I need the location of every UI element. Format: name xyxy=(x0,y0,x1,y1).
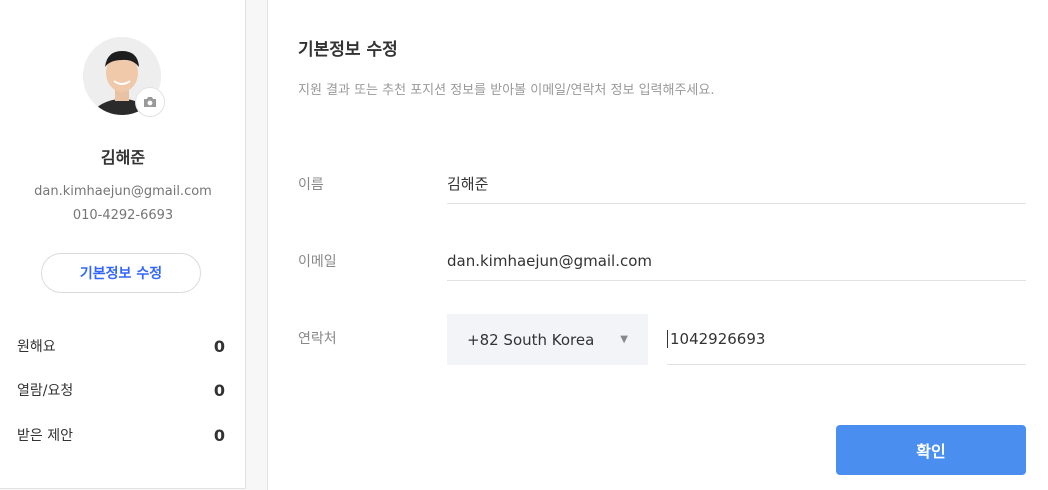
stat-row-offers[interactable]: 받은 제안 0 xyxy=(17,425,225,445)
profile-email: dan.kimhaejun@gmail.com xyxy=(34,184,212,199)
profile-phone: 010-4292-6693 xyxy=(72,208,174,223)
camera-icon xyxy=(144,97,156,107)
profile-name: 김해준 xyxy=(100,148,146,167)
email-field[interactable] xyxy=(447,241,1026,280)
country-code-value: +82 South Korea xyxy=(467,330,595,349)
name-label: 이름 xyxy=(298,177,324,193)
email-field-wrapper xyxy=(447,241,1026,281)
phone-field[interactable] xyxy=(667,330,1026,348)
name-field-wrapper xyxy=(447,164,1026,204)
edit-form-panel: 기본정보 수정 지원 결과 또는 추천 포지션 정보를 받아볼 이메일/연락처 … xyxy=(267,0,1048,490)
stat-label: 받은 제안 xyxy=(17,428,73,444)
stat-row-views[interactable]: 열람/요청 0 xyxy=(17,380,225,400)
stat-row-likes[interactable]: 원해요 0 xyxy=(17,336,225,356)
form-title: 기본정보 수정 xyxy=(298,40,398,60)
stat-value: 0 xyxy=(213,380,225,400)
camera-button[interactable] xyxy=(135,87,165,117)
edit-profile-button[interactable]: 기본정보 수정 xyxy=(41,253,201,293)
avatar-container[interactable] xyxy=(83,37,165,117)
stat-value: 0 xyxy=(213,336,225,356)
phone-field-wrapper xyxy=(667,314,1026,365)
country-code-select[interactable]: +82 South Korea ▼ xyxy=(447,314,648,365)
stat-value: 0 xyxy=(213,425,225,445)
stat-label: 열람/요청 xyxy=(17,383,74,399)
phone-label: 연락처 xyxy=(298,331,337,347)
stat-label: 원해요 xyxy=(17,339,56,355)
email-label: 이메일 xyxy=(298,254,337,270)
name-field[interactable] xyxy=(447,164,1026,203)
caret-down-icon: ▼ xyxy=(620,334,628,345)
profile-sidebar: 김해준 dan.kimhaejun@gmail.com 010-4292-669… xyxy=(0,0,246,489)
confirm-button[interactable]: 확인 xyxy=(836,425,1026,475)
form-subtitle: 지원 결과 또는 추천 포지션 정보를 받아볼 이메일/연락처 정보 입력해주세… xyxy=(298,83,715,98)
